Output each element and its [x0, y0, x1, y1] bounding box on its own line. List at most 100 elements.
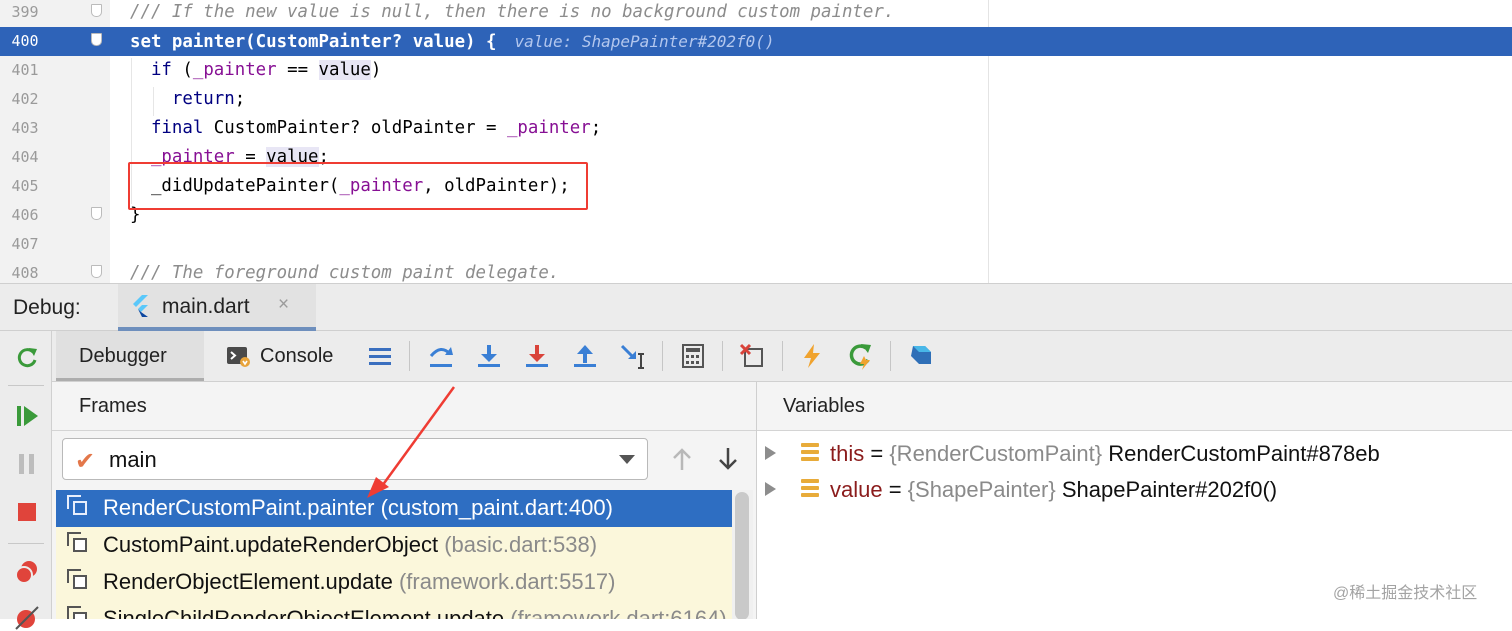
variables-header: Variables — [757, 382, 1512, 431]
code-token: CustomPainter? oldPainter = — [203, 118, 507, 138]
frame-location: (basic.dart:538) — [444, 532, 598, 557]
frame-method: RenderCustomPaint.painter — [103, 495, 375, 520]
tab-console[interactable]: Console — [220, 331, 350, 381]
evaluate-expression-icon[interactable] — [679, 342, 707, 370]
frame-location: (framework.dart:5517) — [398, 569, 616, 594]
line-number[interactable]: 406 — [0, 201, 50, 230]
frame-label: RenderCustomPaint.painter (custom_paint.… — [103, 495, 613, 521]
code-token: /// If the new value is null, then there… — [130, 2, 895, 22]
line-number[interactable]: 399 — [0, 0, 50, 27]
code-line[interactable]: 407 — [0, 230, 1512, 259]
code-text: set painter(CustomPainter? value) {value… — [130, 27, 775, 57]
frame-row[interactable]: RenderCustomPaint.painter (custom_paint.… — [56, 490, 732, 527]
stack-frame-icon — [67, 532, 87, 552]
pause-icon[interactable] — [14, 451, 40, 477]
show-execution-point-icon[interactable] — [366, 342, 394, 370]
code-line[interactable]: 401 if (_painter == value) — [0, 56, 1512, 85]
expand-arrow-icon[interactable] — [765, 446, 776, 460]
thread-select-value: main — [109, 447, 157, 472]
frame-location: (custom_paint.dart:400) — [380, 495, 613, 520]
frame-label: CustomPaint.updateRenderObject (basic.da… — [103, 532, 597, 558]
step-into-icon[interactable] — [475, 342, 503, 370]
variable-type: {ShapePainter} — [907, 477, 1056, 502]
check-icon: ✔ — [75, 448, 96, 475]
variable-value: ShapePainter#202f0() — [1061, 477, 1278, 502]
frame-row[interactable]: SingleChildRenderObjectElement.update (f… — [56, 601, 732, 619]
scrollbar-thumb[interactable] — [735, 492, 749, 619]
force-step-into-icon[interactable] — [523, 342, 551, 370]
line-number[interactable]: 402 — [0, 85, 50, 114]
thread-select[interactable]: ✔ main — [62, 438, 648, 480]
close-icon[interactable]: × — [278, 294, 289, 316]
hot-restart-icon[interactable] — [846, 342, 874, 370]
code-line[interactable]: 399 /// If the new value is null, then th… — [0, 0, 1512, 27]
fold-marker-icon[interactable] — [91, 33, 102, 46]
fold-marker-icon[interactable] — [91, 265, 102, 278]
flutter-icon — [133, 295, 148, 317]
frame-row[interactable]: RenderObjectElement.update (framework.da… — [56, 564, 732, 601]
mute-breakpoints-icon[interactable] — [14, 605, 40, 631]
code-token: ( — [171, 60, 193, 80]
variable-equals: = — [882, 477, 908, 502]
code-token: value — [318, 60, 371, 80]
frames-panel: Frames ✔ main RenderCustomPaint.painter … — [52, 382, 757, 619]
stop-icon[interactable] — [14, 499, 40, 525]
line-number[interactable]: 401 — [0, 56, 50, 85]
resume-icon[interactable] — [14, 403, 40, 429]
line-number[interactable]: 408 — [0, 259, 50, 283]
frame-row[interactable]: CustomPaint.updateRenderObject (basic.da… — [56, 527, 732, 564]
fold-marker-icon[interactable] — [91, 207, 102, 220]
tab-debugger[interactable]: Debugger — [56, 331, 204, 381]
frames-title: Frames — [79, 395, 147, 417]
line-number[interactable]: 400 — [0, 27, 50, 56]
drop-frame-icon[interactable] — [738, 342, 766, 370]
variable-row[interactable]: value = {ShapePainter} ShapePainter#202f… — [757, 472, 1512, 508]
frame-label: SingleChildRenderObjectElement.update (f… — [103, 606, 727, 619]
variable-row[interactable]: this = {RenderCustomPaint} RenderCustomP… — [757, 436, 1512, 472]
code-editor[interactable]: 399 /// If the new value is null, then th… — [0, 0, 1512, 283]
separator — [8, 385, 44, 386]
code-token: /// The foreground custom paint delegate… — [130, 263, 560, 283]
next-frame-icon[interactable] — [716, 446, 740, 472]
line-number[interactable]: 407 — [0, 230, 50, 259]
line-number[interactable]: 403 — [0, 114, 50, 143]
line-number[interactable]: 404 — [0, 143, 50, 172]
separator — [409, 341, 410, 371]
expand-arrow-icon[interactable] — [765, 482, 776, 496]
line-number[interactable]: 405 — [0, 172, 50, 201]
code-text: if (_painter == value) — [130, 56, 381, 85]
frame-method: RenderObjectElement.update — [103, 569, 393, 594]
code-text: return; — [130, 85, 245, 114]
code-text: /// If the new value is null, then there… — [130, 0, 894, 27]
rerun-icon[interactable] — [14, 345, 40, 371]
variable-name: this — [830, 441, 865, 466]
code-text: final CustomPainter? oldPainter = _paint… — [130, 114, 601, 143]
fold-marker-icon[interactable] — [91, 4, 102, 17]
variables-title: Variables — [783, 395, 865, 417]
debug-label: Debug: — [13, 296, 81, 319]
stack-frame-icon — [67, 569, 87, 589]
chevron-down-icon — [619, 455, 635, 464]
frames-header: Frames — [52, 382, 756, 431]
inline-debug-value: value: ShapePainter#202f0() — [514, 32, 775, 51]
tab-debugger-label: Debugger — [79, 345, 167, 367]
dart-devtools-icon[interactable] — [907, 342, 935, 370]
step-out-icon[interactable] — [571, 342, 599, 370]
hot-reload-icon[interactable] — [798, 342, 826, 370]
variable-name: value — [830, 477, 883, 502]
separator — [782, 341, 783, 371]
variable-text: this = {RenderCustomPaint} RenderCustomP… — [830, 441, 1380, 467]
previous-frame-icon[interactable] — [670, 446, 694, 472]
execution-line[interactable]: 400 set painter(CustomPainter? value) {va… — [0, 27, 1512, 56]
frames-scrollbar[interactable] — [732, 490, 753, 619]
step-over-icon[interactable] — [427, 342, 455, 370]
code-token: _painter — [192, 60, 277, 80]
run-to-cursor-icon[interactable] — [619, 342, 647, 370]
tab-main-dart[interactable]: main.dart × — [118, 284, 316, 331]
view-breakpoints-icon[interactable] — [14, 559, 40, 585]
code-line[interactable]: 402 return; — [0, 85, 1512, 114]
code-line[interactable]: 403 final CustomPainter? oldPainter = _p… — [0, 114, 1512, 143]
variable-value: RenderCustomPaint#878eb — [1108, 441, 1380, 466]
code-line[interactable]: 408 /// The foreground custom paint deleg… — [0, 259, 1512, 283]
